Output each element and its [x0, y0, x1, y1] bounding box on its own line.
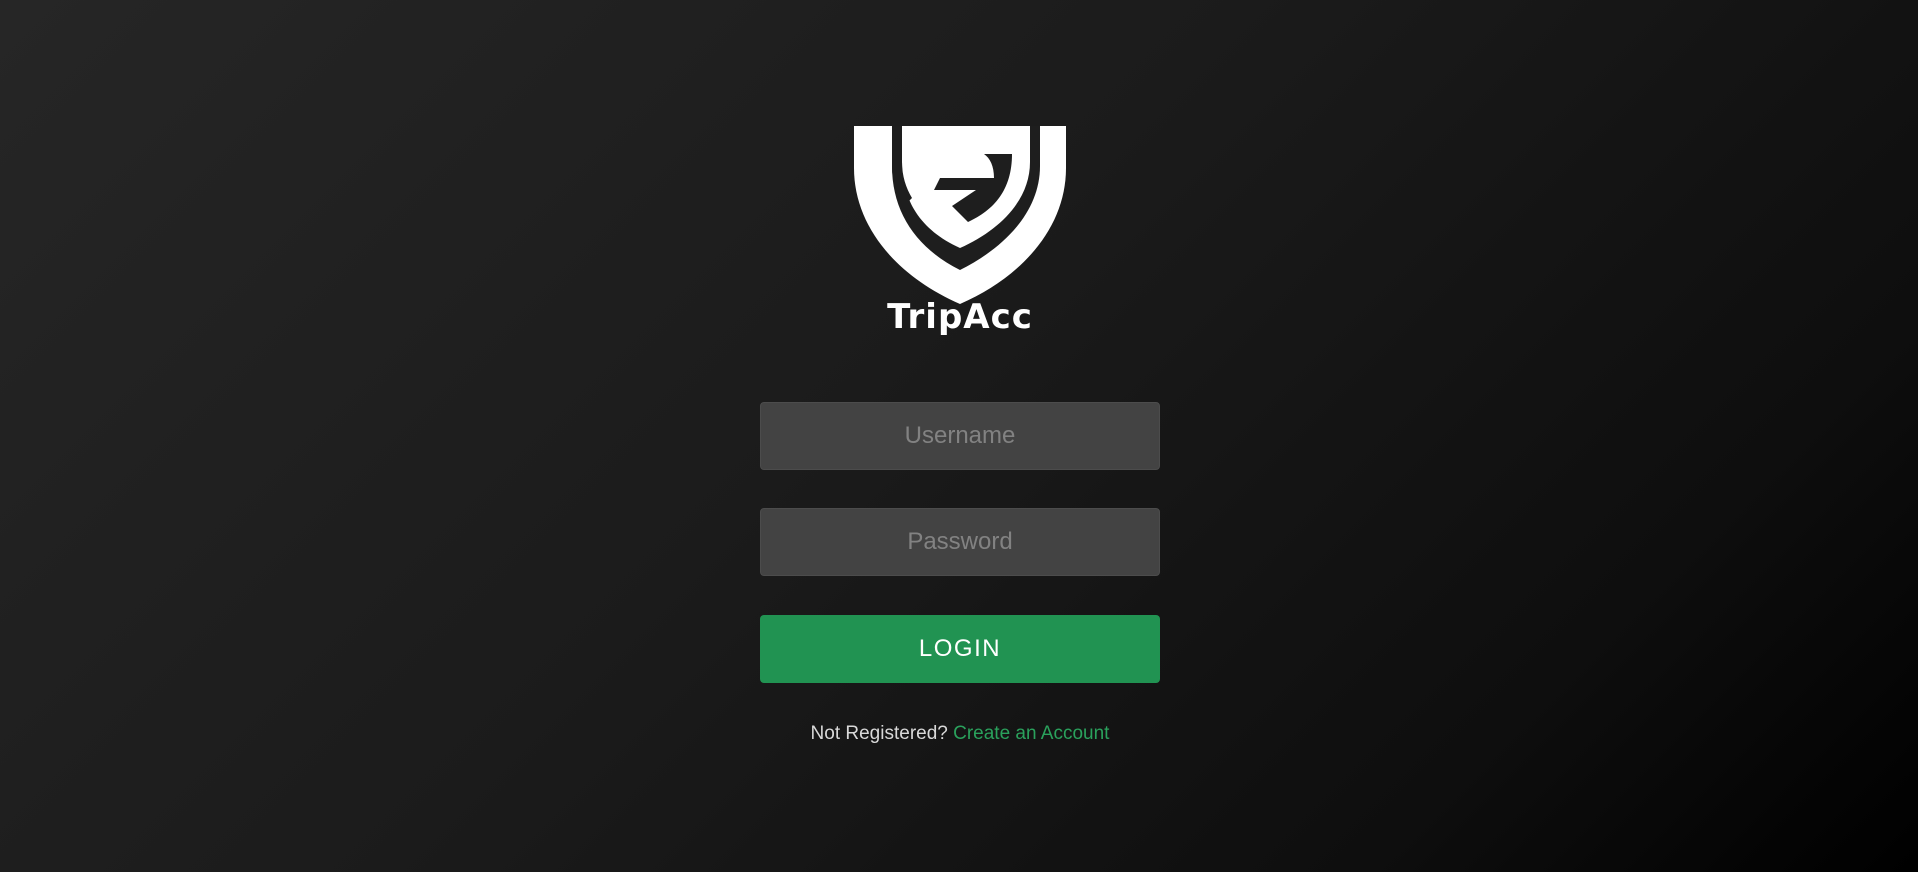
- brand-logo: TripAcc: [854, 126, 1066, 344]
- create-account-link[interactable]: Create an Account: [953, 723, 1109, 744]
- shield-g-logo-icon: [854, 126, 1066, 304]
- password-input[interactable]: [760, 508, 1160, 576]
- brand-name: TripAcc: [887, 297, 1033, 337]
- register-prompt-text: Not Registered?: [810, 723, 948, 744]
- username-input[interactable]: [760, 402, 1160, 470]
- register-prompt-line: Not Registered? Create an Account: [660, 722, 1260, 746]
- login-button[interactable]: LOGIN: [760, 615, 1160, 683]
